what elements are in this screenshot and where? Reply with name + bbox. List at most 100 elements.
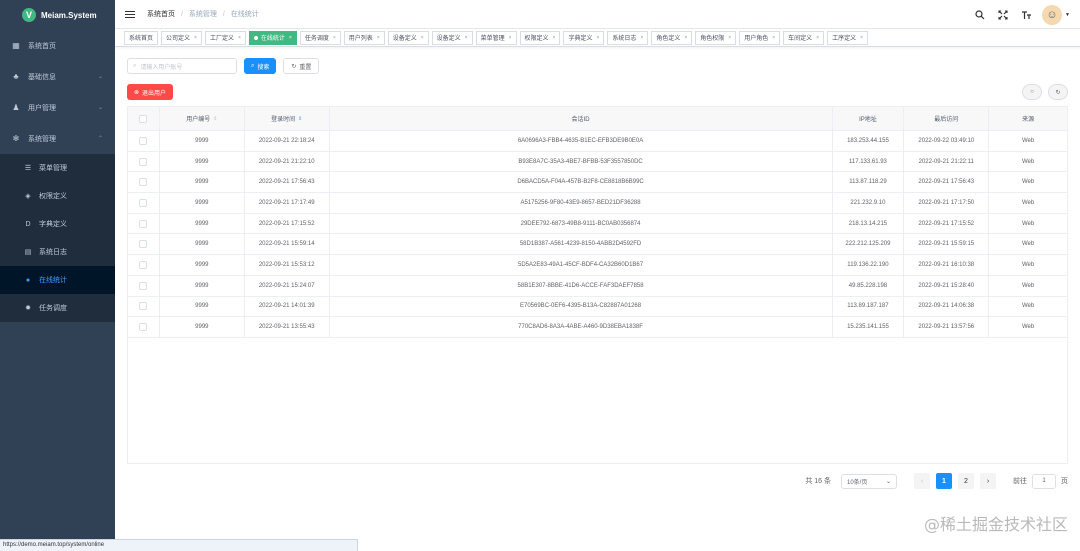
cell-last-access: 2022-09-21 17:15:52	[904, 213, 990, 234]
sidebar-item-home[interactable]: ▦ 系统首页	[0, 30, 115, 61]
cell-session-id: 58B1E307-8BBE-41D6-ACCE-FAF3DAEF7858	[330, 275, 833, 296]
close-icon[interactable]: ×	[553, 35, 556, 41]
refresh-button[interactable]: ↻	[1048, 84, 1068, 100]
table-row[interactable]: 9999 2022-09-21 14:01:39 E70569BC-0EF6-439…	[128, 296, 1067, 318]
table-row[interactable]: 9999 2022-09-21 22:18:24 6A0696A3-FBB4-463…	[128, 131, 1067, 152]
table-row[interactable]: 9999 2022-09-21 15:59:14 58D1B387-A561-423…	[128, 234, 1067, 256]
tag-label: 角色定义	[656, 36, 681, 42]
sort-icon[interactable]: ⇕	[213, 116, 217, 122]
close-icon[interactable]: ×	[465, 35, 468, 41]
tag-label: 设备定义	[436, 36, 461, 42]
tag-5[interactable]: 用户列表 ×	[343, 30, 385, 45]
cell-ip: 113.87.118.29	[833, 172, 905, 193]
font-size-icon[interactable]	[1020, 9, 1032, 21]
row-checkbox[interactable]	[139, 136, 148, 145]
row-checkbox[interactable]	[139, 219, 148, 228]
row-checkbox[interactable]	[139, 281, 148, 290]
header-login-time[interactable]: 登录时间 ⇕	[245, 107, 330, 130]
logo[interactable]: V Meiam.System	[0, 0, 115, 30]
tag-1[interactable]: 公司定义 ×	[161, 30, 202, 45]
close-icon[interactable]: ×	[289, 35, 292, 41]
toggle-search-button[interactable]: ○	[1022, 84, 1042, 100]
tag-2[interactable]: 工厂定义 ×	[204, 30, 246, 45]
sidebar-item-online-stats[interactable]: ● 在线统计	[0, 266, 115, 294]
close-icon[interactable]: ×	[596, 35, 599, 41]
prev-page-button[interactable]: ‹	[914, 473, 930, 489]
close-icon[interactable]: ×	[772, 35, 775, 41]
logout-user-button[interactable]: ⊗ 退出用户	[127, 84, 174, 100]
refresh-icon: ↻	[1055, 89, 1061, 96]
close-icon[interactable]: ×	[509, 35, 512, 41]
row-checkbox[interactable]	[139, 323, 148, 332]
row-checkbox[interactable]	[139, 240, 148, 249]
search-icon[interactable]	[974, 9, 986, 21]
close-icon[interactable]: ×	[860, 35, 863, 41]
header-user-id[interactable]: 用户编号 ⇕	[160, 107, 245, 130]
row-checkbox[interactable]	[139, 302, 148, 311]
page-1-button[interactable]: 1	[936, 473, 952, 489]
breadcrumb-system-management: 系统管理	[188, 11, 217, 18]
sidebar-item-system-management[interactable]: ✻ 系统管理 ⌃	[0, 123, 115, 154]
table-row[interactable]: 9999 2022-09-21 17:56:43 D6BACD5A-F04A-457…	[128, 172, 1067, 194]
close-icon[interactable]: ×	[377, 35, 380, 41]
sidebar-item-basic-info[interactable]: ♣ 基础信息 ⌄	[0, 61, 115, 92]
table-row[interactable]: 9999 2022-09-21 21:22:10 B93E8A7C-35A3-4BE…	[128, 151, 1067, 173]
close-icon[interactable]: ×	[238, 35, 241, 41]
table-row[interactable]: 9999 2022-09-21 17:17:49 A5175256-9F80-43E…	[128, 193, 1067, 214]
goto-page-input[interactable]: 1	[1032, 473, 1056, 489]
close-icon[interactable]: ×	[333, 35, 336, 41]
tag-4[interactable]: 任务调度 ×	[299, 30, 341, 45]
row-checkbox[interactable]	[139, 157, 148, 166]
tag-12[interactable]: 角色定义 ×	[651, 30, 693, 45]
reset-button[interactable]: ↻ 重置	[283, 58, 320, 74]
tag-0[interactable]: 系统首页	[124, 30, 159, 45]
close-icon[interactable]: ×	[684, 35, 687, 41]
search-button[interactable]: ⌕ 搜索	[244, 58, 277, 74]
sidebar-item-user-management[interactable]: ♟ 用户管理 ⌄	[0, 92, 115, 123]
tag-14[interactable]: 用户角色 ×	[739, 30, 781, 45]
cell-ip: 218.13.14.215	[833, 213, 905, 234]
sidebar-item-permission[interactable]: ◈ 权限定义	[0, 182, 115, 210]
tag-3[interactable]: 在线统计 ×	[248, 30, 297, 45]
reset-button-label: 重置	[299, 64, 312, 71]
tag-6[interactable]: 设备定义 ×	[387, 30, 429, 45]
tag-15[interactable]: 车间定义 ×	[783, 30, 825, 45]
fullscreen-icon[interactable]	[997, 9, 1009, 21]
table-row[interactable]: 9999 2022-09-21 13:55:43 770C8AD6-8A3A-4AB…	[128, 317, 1067, 338]
tag-10[interactable]: 字典定义 ×	[563, 30, 605, 45]
table-row[interactable]: 9999 2022-09-21 15:24:07 58B1E307-8BBE-41D…	[128, 275, 1067, 297]
row-checkbox[interactable]	[139, 198, 148, 207]
sidebar-item-menu-management[interactable]: ☰ 菜单管理	[0, 154, 115, 182]
breadcrumb-home[interactable]: 系统首页	[147, 11, 175, 18]
sidebar-item-dictionary[interactable]: D 字典定义	[0, 210, 115, 238]
tag-13[interactable]: 角色权限 ×	[695, 30, 737, 45]
sidebar-item-system-log[interactable]: ▤ 系统日志	[0, 238, 115, 266]
page-2-button[interactable]: 2	[958, 473, 974, 489]
avatar[interactable]: ☺	[1042, 5, 1063, 25]
table-row[interactable]: 9999 2022-09-21 15:53:12 5D5A2E83-49A1-45C…	[128, 255, 1067, 276]
tag-7[interactable]: 设备定义 ×	[431, 30, 473, 45]
tag-11[interactable]: 系统日志 ×	[607, 30, 649, 45]
close-icon[interactable]: ×	[194, 35, 197, 41]
page-size-select[interactable]: 10条/页 ⌄	[841, 473, 897, 489]
search-input[interactable]: ⌕ 请输入用户账号	[127, 58, 237, 74]
logo-text: Meiam.System	[41, 10, 97, 20]
close-icon[interactable]: ×	[728, 35, 731, 41]
tag-8[interactable]: 菜单管理 ×	[475, 30, 517, 45]
caret-down-icon[interactable]: ▼	[1065, 12, 1070, 18]
sort-icon[interactable]: ⇕	[298, 116, 302, 122]
tag-16[interactable]: 工序定义 ×	[827, 30, 869, 45]
row-checkbox[interactable]	[139, 260, 148, 269]
delete-icon: ⊗	[134, 89, 140, 96]
tag-9[interactable]: 权限定义 ×	[519, 30, 561, 45]
next-page-button[interactable]: ›	[980, 473, 996, 489]
select-all-checkbox[interactable]	[139, 114, 148, 123]
table-row[interactable]: 9999 2022-09-21 17:15:52 29DEE792-6873-49B…	[128, 213, 1067, 235]
close-icon[interactable]: ×	[640, 35, 643, 41]
sidebar-item-task-schedule[interactable]: ✹ 任务调度	[0, 294, 115, 322]
close-icon[interactable]: ×	[421, 35, 424, 41]
cell-ip: 183.253.44.155	[833, 131, 905, 151]
hamburger-icon[interactable]	[125, 9, 135, 20]
close-icon[interactable]: ×	[816, 35, 819, 41]
row-checkbox[interactable]	[139, 178, 148, 187]
